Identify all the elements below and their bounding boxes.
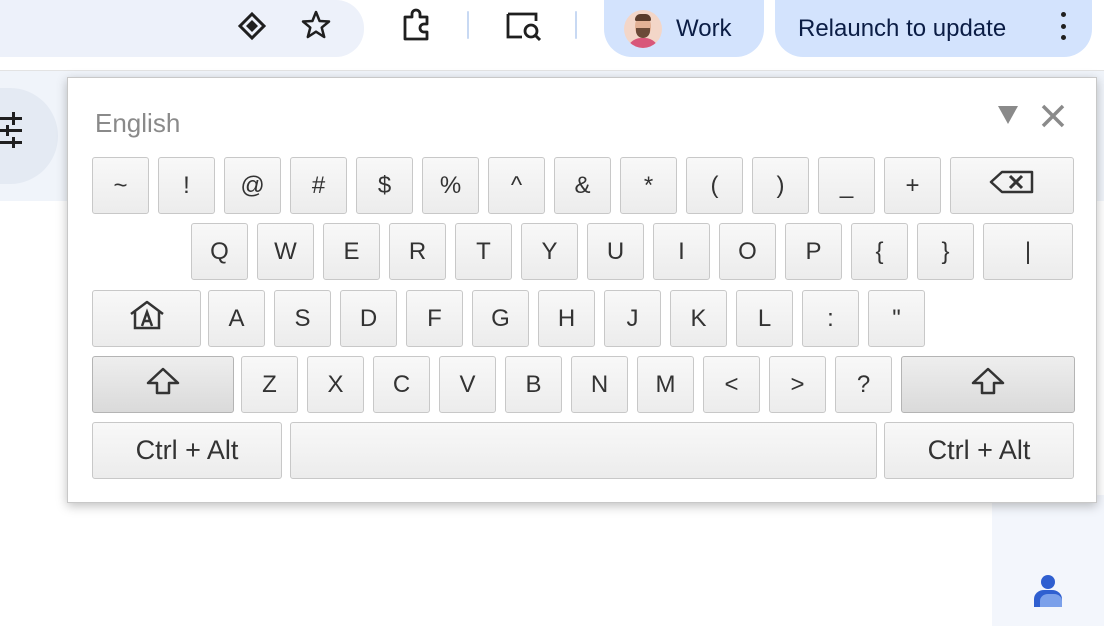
key[interactable]: V: [439, 356, 496, 413]
tab-search-icon[interactable]: [503, 8, 545, 44]
key[interactable]: D: [340, 290, 397, 347]
key[interactable]: B: [505, 356, 562, 413]
relaunch-label: Relaunch to update: [798, 14, 1007, 42]
key[interactable]: #: [290, 157, 347, 214]
key[interactable]: ): [752, 157, 809, 214]
key[interactable]: U: [587, 223, 644, 280]
key[interactable]: @: [224, 157, 281, 214]
key[interactable]: T: [455, 223, 512, 280]
toolbar-separator: [467, 11, 469, 39]
backspace-icon: [989, 170, 1035, 201]
key[interactable]: Y: [521, 223, 578, 280]
profile-chip[interactable]: Work: [604, 0, 764, 57]
key[interactable]: *: [620, 157, 677, 214]
right-shift-key[interactable]: [901, 356, 1075, 413]
key[interactable]: ?: [835, 356, 892, 413]
key[interactable]: &: [554, 157, 611, 214]
left-shift-key[interactable]: [92, 356, 234, 413]
key[interactable]: A: [208, 290, 265, 347]
key[interactable]: {: [851, 223, 908, 280]
left-ctrl-alt-key[interactable]: Ctrl + Alt: [92, 422, 282, 479]
key[interactable]: H: [538, 290, 595, 347]
key[interactable]: E: [323, 223, 380, 280]
right-ctrl-alt-key[interactable]: Ctrl + Alt: [884, 422, 1074, 479]
home-key[interactable]: [92, 290, 201, 347]
key[interactable]: R: [389, 223, 446, 280]
extensions-puzzle-icon[interactable]: [397, 6, 437, 44]
key[interactable]: L: [736, 290, 793, 347]
key[interactable]: ^: [488, 157, 545, 214]
relaunch-button[interactable]: Relaunch to update: [775, 0, 1092, 57]
tune-icon[interactable]: [0, 112, 22, 155]
key[interactable]: >: [769, 356, 826, 413]
close-icon[interactable]: [1040, 103, 1066, 134]
key[interactable]: }: [917, 223, 974, 280]
key[interactable]: <: [703, 356, 760, 413]
home-icon: [128, 299, 166, 338]
google-lens-icon[interactable]: [233, 9, 271, 43]
key[interactable]: :: [802, 290, 859, 347]
key[interactable]: G: [472, 290, 529, 347]
avatar: [624, 9, 662, 48]
key[interactable]: Q: [191, 223, 248, 280]
key[interactable]: S: [274, 290, 331, 347]
key[interactable]: !: [158, 157, 215, 214]
space-key[interactable]: [290, 422, 877, 479]
key[interactable]: _: [818, 157, 875, 214]
key[interactable]: C: [373, 356, 430, 413]
key[interactable]: F: [406, 290, 463, 347]
key[interactable]: ~: [92, 157, 149, 214]
backspace-key[interactable]: [950, 157, 1074, 214]
key[interactable]: %: [422, 157, 479, 214]
keyboard-language: English: [95, 108, 181, 138]
key[interactable]: Z: [241, 356, 298, 413]
key[interactable]: I: [653, 223, 710, 280]
triangle-down-icon[interactable]: [998, 106, 1018, 124]
shift-icon: [971, 367, 1005, 402]
key[interactable]: |: [983, 223, 1073, 280]
shift-icon: [146, 367, 180, 402]
key[interactable]: J: [604, 290, 661, 347]
person-icon[interactable]: [1032, 573, 1064, 614]
key[interactable]: N: [571, 356, 628, 413]
bookmark-star-icon[interactable]: [298, 8, 334, 42]
key[interactable]: (: [686, 157, 743, 214]
key[interactable]: X: [307, 356, 364, 413]
key[interactable]: K: [670, 290, 727, 347]
key[interactable]: M: [637, 356, 694, 413]
key[interactable]: W: [257, 223, 314, 280]
key[interactable]: ": [868, 290, 925, 347]
key[interactable]: P: [785, 223, 842, 280]
key[interactable]: +: [884, 157, 941, 214]
key[interactable]: O: [719, 223, 776, 280]
toolbar-separator: [575, 11, 577, 39]
virtual-keyboard: English Ctrl + Alt Ctrl + Alt ~ ! @ # $ …: [67, 77, 1097, 503]
more-vert-icon[interactable]: [1060, 12, 1066, 40]
key[interactable]: $: [356, 157, 413, 214]
browser-toolbar: Work Relaunch to update: [0, 0, 1104, 70]
profile-label: Work: [676, 14, 732, 42]
